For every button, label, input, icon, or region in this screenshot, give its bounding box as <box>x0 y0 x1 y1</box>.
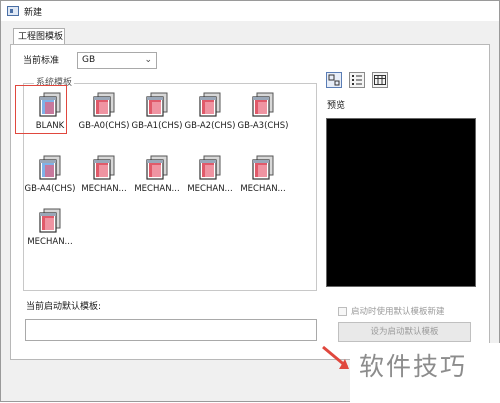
startup-default-option[interactable]: 启动时使用默认模板新建 <box>338 305 445 317</box>
template-item[interactable]: MECHAN... <box>236 151 290 203</box>
template-label: MECHAN... <box>187 184 233 194</box>
startup-default-checkbox[interactable] <box>338 306 347 316</box>
template-item[interactable]: GB-A3(CHS) <box>236 88 290 140</box>
watermark-text: 软件技巧 <box>359 352 468 381</box>
standard-value: GB <box>82 55 96 65</box>
template-item[interactable]: GB-A4(CHS) <box>23 151 77 203</box>
template-item[interactable]: MECHAN... <box>23 204 77 256</box>
system-templates-group: 系统模板 BLANK GB-A0(CHS) GB-A1(CHS) GB-A2(CHS)… <box>23 77 317 291</box>
window-title: 新建 <box>24 7 43 18</box>
template-label: GB-A0(CHS) <box>78 121 130 131</box>
template-label: GB-A3(CHS) <box>237 121 289 131</box>
template-file-icon <box>93 155 115 180</box>
default-template-field[interactable] <box>25 319 317 341</box>
large-icons-view-button[interactable] <box>326 72 342 88</box>
large-icons-view-icon <box>328 74 340 86</box>
template-file-icon <box>146 92 168 117</box>
new-document-dialog: 新建 工程图模板 当前标准 GB ⌄ 系统模板 BLANK GB-A0(CHS) G… <box>0 0 500 403</box>
template-file-icon <box>199 155 221 180</box>
selection-highlight <box>15 85 67 134</box>
details-view-button[interactable] <box>372 72 388 88</box>
template-file-icon <box>93 92 115 117</box>
template-item[interactable]: MECHAN... <box>130 151 184 203</box>
template-label: MECHAN... <box>81 184 127 194</box>
template-file-icon <box>252 155 274 180</box>
template-file-icon <box>199 92 221 117</box>
default-template-label: 当前启动默认模板: <box>26 302 102 312</box>
template-label: GB-A1(CHS) <box>131 121 183 131</box>
template-file-icon <box>39 155 61 180</box>
title-bar: 新建 <box>1 1 499 21</box>
template-file-icon <box>39 208 61 233</box>
list-view-button[interactable] <box>349 72 365 88</box>
template-label: MECHAN... <box>134 184 180 194</box>
template-item[interactable]: GB-A2(CHS) <box>183 88 237 140</box>
template-item[interactable]: MECHAN... <box>183 151 237 203</box>
details-view-icon <box>374 75 386 85</box>
standard-label: 当前标准 <box>23 56 60 66</box>
preview-pane <box>326 118 476 287</box>
arrow-icon <box>322 345 349 369</box>
template-item[interactable]: GB-A1(CHS) <box>130 88 184 140</box>
template-file-icon <box>252 92 274 117</box>
template-label: MECHAN... <box>27 237 73 247</box>
template-label: MECHAN... <box>240 184 286 194</box>
list-view-icon <box>352 75 362 85</box>
template-file-icon <box>146 155 168 180</box>
template-label: GB-A2(CHS) <box>184 121 236 131</box>
template-label: GB-A4(CHS) <box>24 184 76 194</box>
standard-select[interactable]: GB ⌄ <box>77 52 157 69</box>
set-default-template-button[interactable]: 设为启动默认模板 <box>338 322 471 342</box>
tab-drawing-templates[interactable]: 工程图模板 <box>13 28 65 45</box>
template-item[interactable]: GB-A0(CHS) <box>77 88 131 140</box>
template-item[interactable]: MECHAN... <box>77 151 131 203</box>
startup-default-label: 启动时使用默认模板新建 <box>351 307 445 317</box>
window-icon <box>7 6 19 16</box>
chevron-down-icon: ⌄ <box>144 55 152 65</box>
preview-label: 预览 <box>327 101 346 111</box>
